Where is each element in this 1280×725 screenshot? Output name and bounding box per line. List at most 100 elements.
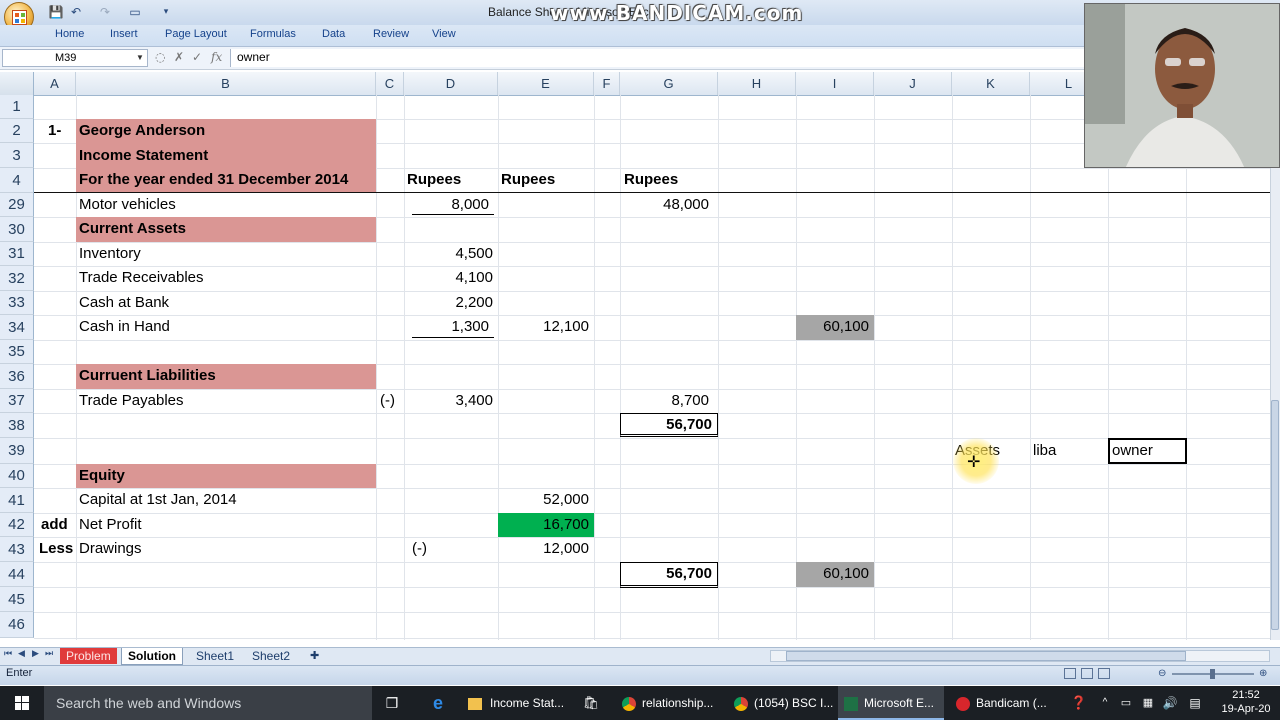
cell-l39[interactable]: liba xyxy=(1033,439,1056,463)
tab-insert[interactable]: Insert xyxy=(110,28,138,40)
insert-sheet-icon[interactable]: ✚ xyxy=(304,648,325,664)
row-header[interactable]: 46 xyxy=(0,612,34,638)
column-header-i[interactable]: I xyxy=(796,72,874,95)
cell-d34[interactable]: 1,300 xyxy=(412,315,494,338)
cell-i34[interactable]: 60,100 xyxy=(796,315,874,339)
normal-view-icon[interactable] xyxy=(1064,668,1076,679)
task-view-icon[interactable]: ❐ xyxy=(381,686,403,720)
prev-sheet-icon[interactable]: ◀ xyxy=(18,649,25,659)
column-header-a[interactable]: A xyxy=(34,72,76,95)
cell-b36[interactable]: Curruent Liabilities xyxy=(79,364,216,388)
tab-formulas[interactable]: Formulas xyxy=(250,28,296,40)
row-header[interactable]: 45 xyxy=(0,587,34,612)
taskbar-item-chrome-bsc[interactable]: (1054) BSC I... xyxy=(728,686,834,720)
insert-function-icon[interactable]: fx xyxy=(211,50,222,64)
column-header-c[interactable]: C xyxy=(376,72,404,95)
cell-b30[interactable]: Current Assets xyxy=(79,217,186,241)
zoom-out-icon[interactable]: ⊖ xyxy=(1158,668,1166,679)
taskbar-search-box[interactable]: Search the web and Windows xyxy=(44,686,372,720)
column-header-d[interactable]: D xyxy=(404,72,498,95)
select-all-corner[interactable] xyxy=(0,72,34,95)
cell-a2[interactable]: 1- xyxy=(48,119,61,143)
cell-g29[interactable]: 48,000 xyxy=(620,193,714,217)
notifications-icon[interactable]: ▤ xyxy=(1186,686,1204,720)
column-header-b[interactable]: B xyxy=(76,72,376,95)
row-header[interactable]: 42 xyxy=(0,513,34,537)
taskbar-clock[interactable]: 21:52 19-Apr-20 xyxy=(1218,688,1274,716)
taskbar-item-bandicam[interactable]: Bandicam (... xyxy=(950,686,1056,720)
column-header-h[interactable]: H xyxy=(718,72,796,95)
last-sheet-icon[interactable]: ⏭ xyxy=(45,649,53,659)
network-icon[interactable]: ▦ xyxy=(1140,686,1156,720)
cell-e4[interactable]: Rupees xyxy=(501,168,555,192)
undo-icon[interactable]: ↶ xyxy=(68,4,84,20)
battery-icon[interactable]: ▭ xyxy=(1118,686,1134,720)
cell-b2[interactable]: George Anderson xyxy=(79,119,205,143)
cell-d31[interactable]: 4,500 xyxy=(404,242,498,266)
tab-review[interactable]: Review xyxy=(373,28,409,40)
cell-a42[interactable]: add xyxy=(41,513,68,537)
print-preview-icon[interactable]: ▭ xyxy=(127,4,143,20)
row-header[interactable]: 35 xyxy=(0,340,34,364)
row-header[interactable]: 1 xyxy=(0,95,34,119)
store-icon[interactable]: 🛍 xyxy=(580,686,602,720)
cell-d33[interactable]: 2,200 xyxy=(404,291,498,315)
column-header-k[interactable]: K xyxy=(952,72,1030,95)
row-header[interactable]: 2 xyxy=(0,119,34,143)
cell-b41[interactable]: Capital at 1st Jan, 2014 xyxy=(79,488,237,512)
cell-b33[interactable]: Cash at Bank xyxy=(79,291,169,315)
taskbar-item-excel[interactable]: Microsoft E... xyxy=(838,686,944,720)
row-header[interactable]: 39 xyxy=(0,438,34,464)
cell-g4[interactable]: Rupees xyxy=(624,168,678,192)
cell-b40[interactable]: Equity xyxy=(79,464,125,488)
name-box[interactable]: M39 xyxy=(2,49,148,67)
cell-g38[interactable]: 56,700 xyxy=(620,413,718,437)
sheet-tab-solution[interactable]: Solution xyxy=(121,648,183,665)
cell-d32[interactable]: 4,100 xyxy=(404,266,498,290)
cell-b42[interactable]: Net Profit xyxy=(79,513,142,537)
row-header[interactable]: 29 xyxy=(0,193,34,217)
column-header-g[interactable]: G xyxy=(620,72,718,95)
cell-a43[interactable]: Less xyxy=(39,537,73,561)
cell-d4[interactable]: Rupees xyxy=(407,168,461,192)
tab-page-layout[interactable]: Page Layout xyxy=(165,28,227,40)
cell-b32[interactable]: Trade Receivables xyxy=(79,266,204,290)
cell-d37[interactable]: 3,400 xyxy=(404,389,498,413)
row-header[interactable]: 31 xyxy=(0,242,34,266)
redo-icon[interactable]: ↷ xyxy=(97,4,113,20)
sheet-tab-problem[interactable]: Problem xyxy=(60,648,117,664)
row-header[interactable]: 4 xyxy=(0,168,34,193)
cell-i44[interactable]: 60,100 xyxy=(796,562,874,586)
cell-b34[interactable]: Cash in Hand xyxy=(79,315,170,339)
cell-e42[interactable]: 16,700 xyxy=(498,513,594,537)
cell-b4[interactable]: For the year ended 31 December 2014 xyxy=(79,168,348,192)
cell-b3[interactable]: Income Statement xyxy=(79,144,208,168)
cell-e41[interactable]: 52,000 xyxy=(498,488,594,512)
cell-g44[interactable]: 56,700 xyxy=(620,562,718,588)
column-header-f[interactable]: F xyxy=(594,72,620,95)
row-header[interactable]: 33 xyxy=(0,291,34,315)
row-header[interactable]: 40 xyxy=(0,464,34,488)
volume-icon[interactable]: 🔊 xyxy=(1162,686,1178,720)
cell-b29[interactable]: Motor vehicles xyxy=(79,193,176,217)
taskbar-item-income-statement[interactable]: Income Stat... xyxy=(462,686,576,720)
cell-m39-selected[interactable]: owner xyxy=(1108,438,1187,464)
cell-b31[interactable]: Inventory xyxy=(79,242,141,266)
show-hidden-icons-icon[interactable]: ^ xyxy=(1098,686,1112,720)
row-header[interactable]: 41 xyxy=(0,488,34,513)
cell-g37[interactable]: 8,700 xyxy=(620,389,714,413)
column-header-j[interactable]: J xyxy=(874,72,952,95)
cell-c37[interactable]: (-) xyxy=(380,389,395,413)
cell-e34[interactable]: 12,100 xyxy=(498,315,594,339)
chevron-down-icon[interactable]: ▼ xyxy=(136,53,144,62)
row-header[interactable]: 36 xyxy=(0,364,34,389)
cancel-icon[interactable]: ✗ xyxy=(174,50,184,64)
start-button[interactable] xyxy=(0,686,44,720)
enter-icon[interactable]: ✓ xyxy=(192,50,202,64)
cell-b43[interactable]: Drawings xyxy=(79,537,142,561)
help-icon[interactable]: ❓ xyxy=(1070,686,1088,720)
row-header[interactable]: 43 xyxy=(0,537,34,562)
tab-view[interactable]: View xyxy=(432,28,456,40)
row-header[interactable]: 37 xyxy=(0,389,34,413)
row-header[interactable]: 34 xyxy=(0,315,34,340)
